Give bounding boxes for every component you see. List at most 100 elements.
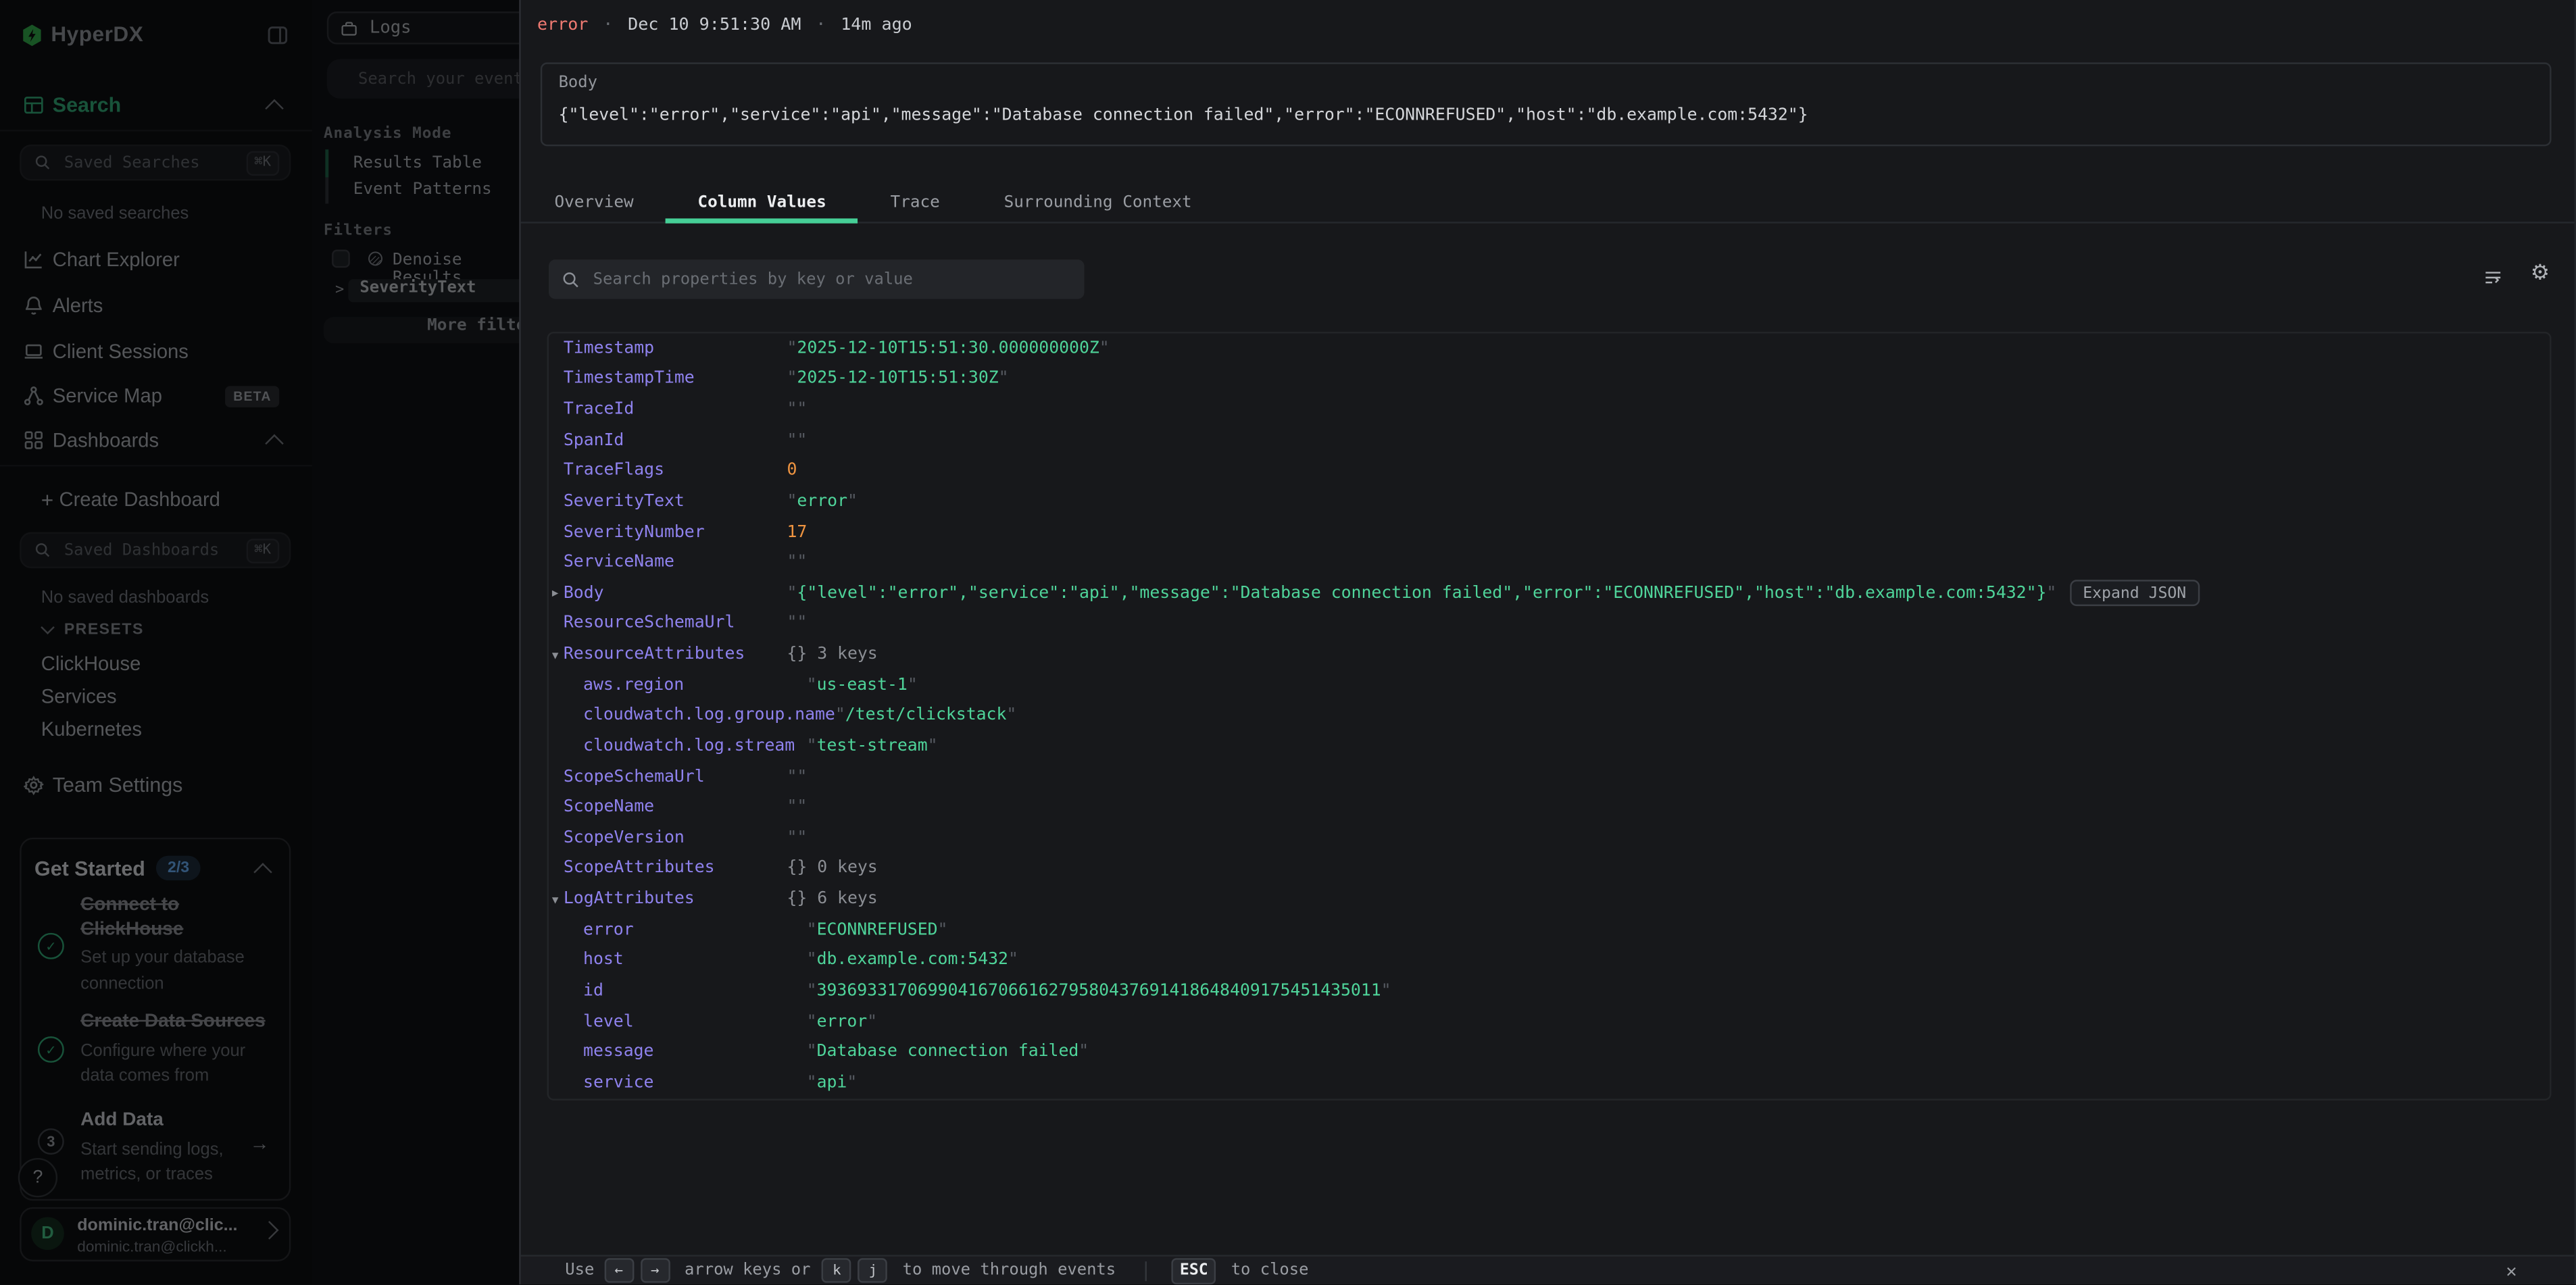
expand-toggle-icon[interactable]	[552, 639, 564, 670]
wrap-lines-icon[interactable]	[2482, 268, 2504, 287]
table-row[interactable]: Body {"level":"error","service":"api","m…	[549, 578, 2550, 609]
property-search[interactable]	[549, 259, 1085, 299]
property-value[interactable]: 3936933170699041670661627958043769141864…	[807, 982, 1391, 1001]
expand-toggle-icon[interactable]	[552, 547, 564, 578]
expand-toggle-icon[interactable]	[552, 609, 564, 639]
property-key[interactable]: ScopeAttributes	[564, 860, 787, 878]
property-key[interactable]: TimestampTime	[564, 370, 787, 388]
property-key[interactable]: SeverityNumber	[564, 523, 787, 541]
table-row[interactable]: aws.region us-east-1	[549, 670, 2550, 701]
table-row[interactable]: ScopeName	[549, 792, 2550, 823]
table-settings-icon[interactable]: ⚙	[2531, 259, 2550, 286]
property-key[interactable]: cloudwatch.log.stream	[583, 737, 807, 755]
table-row[interactable]: level error	[549, 1007, 2550, 1037]
table-row[interactable]: ScopeVersion	[549, 823, 2550, 853]
property-key[interactable]: message	[583, 1043, 807, 1061]
property-value[interactable]	[787, 829, 808, 847]
table-row[interactable]: cloudwatch.log.group.name /test/clicksta…	[549, 701, 2550, 731]
property-value[interactable]	[787, 401, 808, 419]
property-value[interactable]: Database connection failed	[807, 1043, 1089, 1061]
expand-toggle-icon[interactable]	[552, 884, 564, 915]
expand-toggle-icon[interactable]	[552, 731, 564, 761]
property-key[interactable]: LogAttributes	[564, 890, 787, 909]
property-key[interactable]: aws.region	[583, 676, 807, 695]
expand-toggle-icon[interactable]	[552, 517, 564, 547]
property-value[interactable]: db.example.com:5432	[807, 951, 1018, 969]
property-key[interactable]: SpanId	[564, 432, 787, 450]
property-value[interactable]: {} 0 keys	[787, 860, 878, 878]
property-key[interactable]: service	[583, 1074, 807, 1092]
property-value[interactable]	[787, 768, 808, 786]
table-row[interactable]: service api	[549, 1067, 2550, 1098]
expand-toggle-icon[interactable]	[552, 853, 564, 884]
expand-toggle-icon[interactable]	[552, 1067, 564, 1098]
table-row[interactable]: TraceId	[549, 395, 2550, 425]
property-key[interactable]: TraceId	[564, 401, 787, 419]
expand-toggle-icon[interactable]	[552, 701, 564, 731]
expand-toggle-icon[interactable]	[552, 761, 564, 792]
property-key[interactable]: ScopeSchemaUrl	[564, 768, 787, 786]
expand-toggle-icon[interactable]	[552, 792, 564, 823]
expand-toggle-icon[interactable]	[552, 1007, 564, 1037]
property-value[interactable]	[787, 554, 808, 572]
property-key[interactable]: error	[583, 921, 807, 939]
table-row[interactable]: ResourceSchemaUrl	[549, 609, 2550, 639]
expand-json-button[interactable]: Expand JSON	[2070, 580, 2200, 607]
expand-toggle-icon[interactable]	[552, 976, 564, 1006]
tab[interactable]: Trace	[858, 184, 972, 222]
property-key[interactable]: cloudwatch.log.group.name	[583, 707, 835, 725]
property-key[interactable]: ResourceAttributes	[564, 646, 787, 664]
expand-toggle-icon[interactable]	[552, 486, 564, 517]
table-row[interactable]: Timestamp 2025-12-10T15:51:30.000000000Z	[549, 334, 2550, 364]
expand-toggle-icon[interactable]	[552, 578, 564, 609]
table-row[interactable]: SeverityNumber 17	[549, 517, 2550, 547]
property-key[interactable]: ScopeName	[564, 799, 787, 817]
table-row[interactable]: ServiceName	[549, 547, 2550, 578]
expand-toggle-icon[interactable]	[552, 670, 564, 701]
property-value[interactable]: api	[807, 1074, 858, 1092]
table-row[interactable]: LogAttributes {} 6 keys	[549, 884, 2550, 915]
property-value[interactable]	[787, 615, 808, 633]
property-key[interactable]: level	[583, 1013, 807, 1031]
property-key[interactable]: ResourceSchemaUrl	[564, 615, 787, 633]
property-value[interactable]: {} 6 keys	[787, 890, 878, 909]
property-key[interactable]: host	[583, 951, 807, 969]
table-row[interactable]: ScopeSchemaUrl	[549, 761, 2550, 792]
expand-toggle-icon[interactable]	[552, 945, 564, 976]
tab[interactable]: Surrounding Context	[972, 184, 1224, 222]
property-key[interactable]: ServiceName	[564, 554, 787, 572]
table-row[interactable]: ScopeAttributes {} 0 keys	[549, 853, 2550, 884]
table-row[interactable]: SeverityText error	[549, 486, 2550, 517]
property-value[interactable]: {"level":"error","service":"api","messag…	[787, 584, 2057, 603]
expand-toggle-icon[interactable]	[552, 915, 564, 945]
property-key[interactable]: TraceFlags	[564, 462, 787, 480]
property-value[interactable]	[787, 799, 808, 817]
table-row[interactable]: host db.example.com:5432	[549, 945, 2550, 976]
property-value[interactable]: error	[807, 1013, 877, 1031]
property-key[interactable]: SeverityText	[564, 493, 787, 511]
property-search-field[interactable]	[590, 268, 1085, 290]
expand-toggle-icon[interactable]	[552, 395, 564, 425]
table-row[interactable]: TimestampTime 2025-12-10T15:51:30Z	[549, 364, 2550, 395]
property-key[interactable]: Timestamp	[564, 340, 787, 358]
expand-toggle-icon[interactable]	[552, 425, 564, 455]
property-key[interactable]: Body	[564, 584, 787, 603]
property-value[interactable]: 2025-12-10T15:51:30.000000000Z	[787, 340, 1110, 358]
property-value[interactable]: {} 3 keys	[787, 646, 878, 664]
expand-toggle-icon[interactable]	[552, 334, 564, 364]
expand-toggle-icon[interactable]	[552, 456, 564, 486]
expand-toggle-icon[interactable]	[552, 364, 564, 395]
table-row[interactable]: TraceFlags 0	[549, 456, 2550, 486]
property-value[interactable]: 2025-12-10T15:51:30Z	[787, 370, 1009, 388]
property-value[interactable]: test-stream	[807, 737, 938, 755]
property-value[interactable]: /test/clickstack	[835, 707, 1016, 725]
tab[interactable]: Column Values	[666, 184, 858, 222]
table-row[interactable]: message Database connection failed	[549, 1037, 2550, 1067]
table-row[interactable]: SpanId	[549, 425, 2550, 455]
property-value[interactable]	[787, 432, 808, 450]
table-row[interactable]: error ECONNREFUSED	[549, 915, 2550, 945]
table-row[interactable]: ResourceAttributes {} 3 keys	[549, 639, 2550, 670]
expand-toggle-icon[interactable]	[552, 1037, 564, 1067]
property-key[interactable]: ScopeVersion	[564, 829, 787, 847]
tab[interactable]: Overview	[522, 184, 666, 222]
